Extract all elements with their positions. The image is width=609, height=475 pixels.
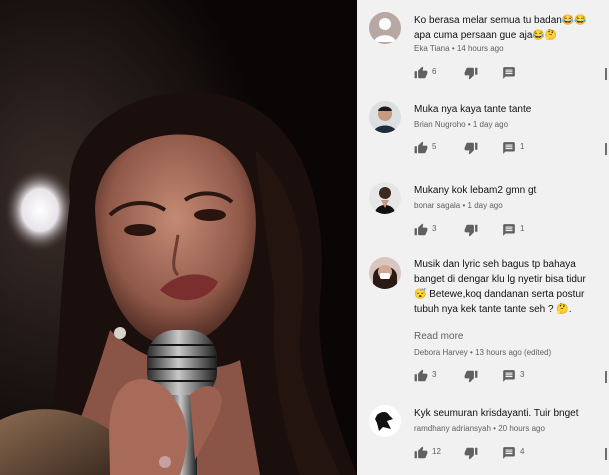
like-button[interactable] — [414, 446, 428, 460]
thumbs-up-icon — [414, 223, 428, 236]
comment-author[interactable]: Brian Nugroho — [414, 120, 466, 129]
comment-author[interactable]: bonar sagala — [414, 201, 460, 210]
avatar[interactable] — [369, 101, 401, 133]
thumbs-down-icon — [464, 447, 478, 460]
dislike-button[interactable] — [464, 66, 478, 80]
video-thumbnail-image — [0, 0, 357, 475]
user-photo-icon — [369, 182, 401, 214]
meta-separator: • — [462, 201, 466, 210]
reply-count: 3 — [520, 370, 525, 379]
meta-separator: • — [467, 120, 471, 129]
comment-bubble-icon — [503, 142, 515, 154]
read-more-link[interactable]: Read more — [414, 331, 463, 342]
comment-time: 1 day ago — [472, 120, 509, 129]
comment-author[interactable]: Eka Tiana — [414, 44, 450, 53]
comment-bubble-icon — [503, 67, 515, 79]
comment-meta: Eka Tiana • 14 hours ago — [414, 44, 504, 53]
like-count: 12 — [432, 447, 441, 456]
comment-text: Muka nya kaya tante tante — [414, 104, 532, 115]
thumbs-up-icon — [414, 66, 428, 79]
reply-button[interactable] — [502, 66, 516, 80]
video-frame[interactable] — [0, 0, 357, 475]
meta-separator: • — [493, 424, 496, 433]
comment-bubble-icon — [503, 224, 515, 236]
comment-text: Musik dan lyric seh bagus tp bahaya bang… — [414, 259, 586, 315]
comments-panel: Ko berasa melar semua tu badan😂😂apa cuma… — [357, 0, 609, 475]
avatar[interactable] — [369, 257, 401, 289]
meta-separator: • — [470, 348, 473, 357]
thumbs-down-icon — [464, 67, 478, 80]
like-button[interactable] — [414, 369, 428, 383]
user-photo-icon — [369, 405, 401, 437]
like-count: 6 — [432, 67, 437, 76]
thumbs-up-icon — [414, 446, 428, 459]
comment-meta: bonar sagala • 1 day ago — [414, 201, 503, 210]
comment-author[interactable]: Debora Harvey — [414, 348, 468, 357]
meta-separator: • — [451, 44, 455, 53]
reply-button[interactable] — [502, 446, 516, 460]
reply-button[interactable] — [502, 223, 516, 237]
comment-meta: ramdhany adriansyah • 20 hours ago — [414, 424, 545, 433]
thumbs-up-icon — [414, 141, 428, 154]
reply-count: 1 — [520, 224, 525, 233]
user-photo-icon — [369, 101, 401, 133]
user-photo-icon — [369, 257, 401, 289]
dislike-button[interactable] — [464, 446, 478, 460]
comment-author[interactable]: ramdhany adriansyah — [414, 424, 491, 433]
comment-text: Mukany kok lebam2 gmn gt — [414, 185, 537, 196]
thumbs-up-icon — [414, 369, 428, 382]
like-count: 3 — [432, 224, 437, 233]
thumbs-down-icon — [464, 370, 478, 383]
like-button[interactable] — [414, 66, 428, 80]
dislike-button[interactable] — [464, 141, 478, 155]
comment-meta: Debora Harvey • 13 hours ago (edited) — [414, 348, 551, 357]
comment-time: 14 hours ago — [456, 44, 504, 53]
thumbs-down-icon — [464, 224, 478, 237]
comment-meta: Brian Nugroho • 1 day ago — [414, 120, 508, 129]
comment-time: 20 hours ago — [498, 424, 545, 433]
scroll-divider — [605, 371, 607, 383]
dislike-button[interactable] — [464, 369, 478, 383]
like-count: 3 — [432, 370, 437, 379]
comment-time: 1 day ago — [467, 201, 503, 210]
comment-text: Ko berasa melar semua tu badan😂😂apa cuma… — [414, 15, 587, 41]
scroll-divider — [605, 143, 607, 155]
comment-bubble-icon — [503, 447, 515, 459]
reply-count: 1 — [520, 142, 525, 151]
comment-text: Kyk seumuran krisdayanti. Tuir bnget — [414, 408, 579, 419]
like-button[interactable] — [414, 141, 428, 155]
dislike-button[interactable] — [464, 223, 478, 237]
reply-button[interactable] — [502, 141, 516, 155]
scroll-divider — [605, 448, 607, 460]
scroll-divider — [605, 68, 607, 80]
avatar[interactable] — [369, 12, 401, 44]
comment-time: 13 hours ago (edited) — [475, 348, 552, 357]
avatar[interactable] — [369, 182, 401, 214]
like-count: 5 — [432, 142, 437, 151]
default-user-icon — [369, 12, 401, 44]
like-button[interactable] — [414, 223, 428, 237]
thumbs-down-icon — [464, 142, 478, 155]
reply-button[interactable] — [502, 369, 516, 383]
reply-count: 4 — [520, 447, 525, 456]
comment-bubble-icon — [503, 370, 515, 382]
avatar[interactable] — [369, 405, 401, 437]
